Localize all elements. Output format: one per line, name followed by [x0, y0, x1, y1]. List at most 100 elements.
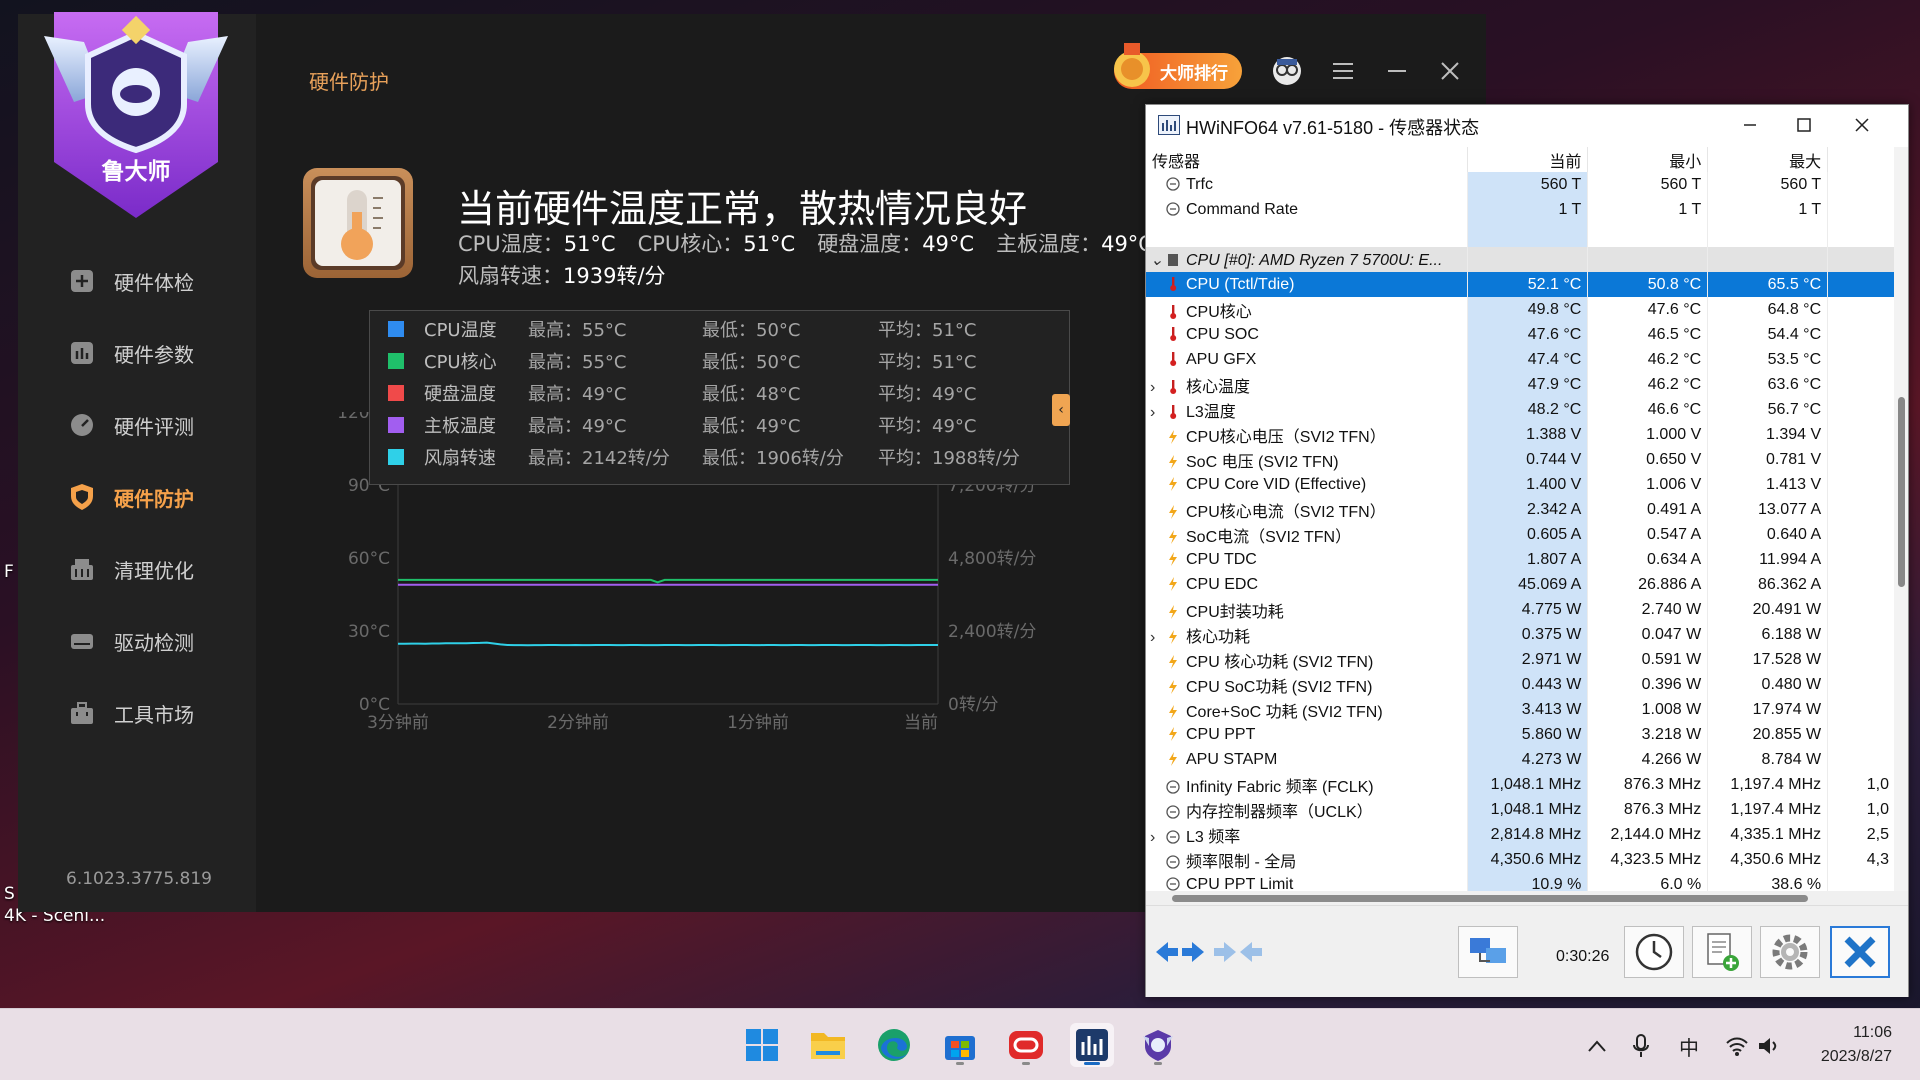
- nav-item-cleanup[interactable]: 清理优化: [68, 549, 248, 589]
- network-icon[interactable]: [1458, 926, 1518, 978]
- speaker-icon[interactable]: [1756, 1033, 1782, 1059]
- table-row[interactable]: CPU核心电压（SVI2 TFN） 1.388 V 1.000 V 1.394 V: [1146, 422, 1896, 447]
- table-row[interactable]: CPU PPT 5.860 W 3.218 W 20.855 W: [1146, 722, 1896, 747]
- edge-icon[interactable]: [872, 1023, 916, 1067]
- input-method-indicator[interactable]: 中: [1676, 1033, 1702, 1060]
- scrollbar-thumb[interactable]: [1898, 397, 1905, 587]
- column-header-max[interactable]: 最大: [1707, 147, 1829, 172]
- sensor-name: 频率限制 - 全局: [1146, 847, 1469, 872]
- nav-item-hardware-check[interactable]: 硬件体检: [68, 261, 248, 301]
- table-row[interactable]: [1146, 222, 1896, 247]
- nav-item-hardware-params[interactable]: 硬件参数: [68, 333, 248, 373]
- table-row[interactable]: Command Rate 1 T1 T1 T: [1146, 197, 1896, 222]
- chevron-right-icon[interactable]: ›: [1150, 379, 1166, 397]
- wifi-icon[interactable]: [1724, 1033, 1750, 1059]
- table-row[interactable]: CPU SOC 47.6 °C 46.5 °C 54.4 °C: [1146, 322, 1896, 347]
- table-row[interactable]: Trfc 560 T 560 T 560 T: [1146, 172, 1896, 197]
- column-header-sensor[interactable]: 传感器: [1146, 147, 1469, 172]
- master-rank-button[interactable]: 大师排行: [1114, 43, 1242, 89]
- report-add-icon[interactable]: [1692, 926, 1752, 978]
- close-icon[interactable]: [1842, 110, 1882, 140]
- sensor-current: [1467, 247, 1589, 272]
- table-row[interactable]: CPU (Tctl/Tdie) 52.1 °C 50.8 °C 65.5 °C: [1146, 272, 1896, 297]
- plus-square-icon: [68, 267, 96, 295]
- microphone-icon[interactable]: [1628, 1033, 1654, 1059]
- table-row[interactable]: CPU 核心功耗 (SVI2 TFN) 2.971 W 0.591 W 17.528 …: [1146, 647, 1896, 672]
- minimize-icon[interactable]: [1730, 110, 1770, 140]
- legend-name: CPU核心: [424, 352, 497, 373]
- ludashi-taskbar-icon[interactable]: [1136, 1023, 1180, 1067]
- table-row[interactable]: Core+SoC 功耗 (SVI2 TFN) 3.413 W 1.008 W 17.9…: [1146, 697, 1896, 722]
- board-temp-label: 主板温度：: [996, 232, 1102, 256]
- close-icon[interactable]: [1435, 56, 1465, 86]
- close-sensors-icon[interactable]: [1830, 926, 1890, 978]
- clock-date: 2023/8/27: [1820, 1048, 1892, 1065]
- start-icon[interactable]: [740, 1023, 784, 1067]
- hwinfo-taskbar-icon[interactable]: [1070, 1023, 1114, 1067]
- scrollbar-thumb[interactable]: [1172, 895, 1808, 902]
- sensor-min: 0.650 V: [1587, 447, 1709, 472]
- legend-avg: 平均：49°C: [878, 384, 977, 405]
- sensor-max: 6.188 W: [1707, 622, 1829, 647]
- speedometer-icon: [68, 411, 96, 439]
- table-row[interactable]: APU STAPM 4.273 W 4.266 W 8.784 W: [1146, 747, 1896, 772]
- sensor-label: Infinity Fabric 频率 (FCLK): [1186, 778, 1374, 796]
- table-row[interactable]: SoC电流（SVI2 TFN） 0.605 A 0.547 A 0.640 A: [1146, 522, 1896, 547]
- fan-label: 风扇转速：: [458, 264, 563, 288]
- sensor-min: 0.634 A: [1587, 547, 1709, 572]
- settings-gear-icon[interactable]: [1760, 926, 1820, 978]
- store-icon[interactable]: [938, 1023, 982, 1067]
- table-row[interactable]: CPU PPT Limit 10.9 % 6.0 % 38.6 %: [1146, 872, 1896, 891]
- chevron-up-icon[interactable]: [1584, 1033, 1610, 1059]
- horizontal-scrollbar[interactable]: [1146, 891, 1908, 905]
- table-row[interactable]: CPU SoC功耗 (SVI2 TFN) 0.443 W 0.396 W 0.480 …: [1146, 672, 1896, 697]
- clock-icon[interactable]: [1624, 926, 1684, 978]
- table-row[interactable]: SoC 电压 (SVI2 TFN) 0.744 V 0.650 V 0.781 V: [1146, 447, 1896, 472]
- vertical-scrollbar[interactable]: [1894, 147, 1908, 891]
- chevron-right-icon[interactable]: ›: [1150, 829, 1166, 847]
- thermometer-icon: [1166, 304, 1186, 321]
- sensor-max: 20.855 W: [1707, 722, 1829, 747]
- nav-item-hardware-protection[interactable]: 硬件防护: [68, 477, 248, 517]
- table-row[interactable]: CPU TDC 1.807 A 0.634 A 11.994 A: [1146, 547, 1896, 572]
- avatar[interactable]: [1272, 56, 1302, 86]
- table-row[interactable]: › 核心功耗 0.375 W 0.047 W 6.188 W: [1146, 622, 1896, 647]
- nav-item-driver-check[interactable]: 驱动检测: [68, 621, 248, 661]
- table-row[interactable]: 频率限制 - 全局 4,350.6 MHz 4,323.5 MHz 4,350.6 M…: [1146, 847, 1896, 872]
- running-indicator: [1154, 1062, 1162, 1065]
- column-header-current[interactable]: 当前: [1467, 147, 1589, 172]
- table-row[interactable]: › 核心温度 47.9 °C 46.2 °C 63.6 °C: [1146, 372, 1896, 397]
- column-header-extra[interactable]: [1827, 147, 1896, 172]
- legend-name: CPU温度: [424, 320, 497, 341]
- collapse-columns-icon[interactable]: [1208, 926, 1268, 978]
- table-row[interactable]: Infinity Fabric 频率 (FCLK) 1,048.1 MHz 876.…: [1146, 772, 1896, 797]
- file-explorer-icon[interactable]: [806, 1023, 850, 1067]
- rank-label: 大师排行: [1160, 63, 1228, 84]
- table-row[interactable]: CPU Core VID (Effective) 1.400 V 1.006 V 1.…: [1146, 472, 1896, 497]
- red-app-icon[interactable]: [1004, 1023, 1048, 1067]
- legend-avg: 平均：51°C: [878, 320, 977, 341]
- table-row[interactable]: APU GFX 47.4 °C 46.2 °C 53.5 °C: [1146, 347, 1896, 372]
- sensor-group-row[interactable]: ⌄ CPU [#0]: AMD Ryzen 7 5700U: E...: [1146, 247, 1896, 272]
- nav-item-hardware-benchmark[interactable]: 硬件评测: [68, 405, 248, 445]
- table-row[interactable]: CPU核心电流（SVI2 TFN） 2.342 A 0.491 A 13.077 A: [1146, 497, 1896, 522]
- column-header-min[interactable]: 最小: [1587, 147, 1709, 172]
- menu-icon[interactable]: [1328, 56, 1358, 86]
- table-row[interactable]: CPU EDC 45.069 A 26.886 A 86.362 A: [1146, 572, 1896, 597]
- chevron-right-icon[interactable]: ›: [1150, 404, 1166, 422]
- expand-columns-icon[interactable]: [1150, 926, 1210, 978]
- chevron-down-icon[interactable]: ⌄: [1150, 250, 1166, 270]
- table-row[interactable]: › L3 频率 2,814.8 MHz 2,144.0 MHz 4,335.1 MHz 2…: [1146, 822, 1896, 847]
- table-row[interactable]: › L3温度 48.2 °C 46.6 °C 56.7 °C: [1146, 397, 1896, 422]
- system-clock[interactable]: 11:06 2023/8/27: [1800, 1021, 1892, 1069]
- table-row[interactable]: CPU封装功耗 4.775 W 2.740 W 20.491 W: [1146, 597, 1896, 622]
- table-row[interactable]: 内存控制器频率（UCLK） 1,048.1 MHz 876.3 MHz 1,197.4…: [1146, 797, 1896, 822]
- chevron-right-icon[interactable]: ›: [1150, 629, 1166, 647]
- nav-label: 清理优化: [114, 558, 194, 583]
- legend-collapse-button[interactable]: ‹: [1052, 394, 1070, 426]
- maximize-icon[interactable]: [1784, 110, 1824, 140]
- nav-item-tool-market[interactable]: 工具市场: [68, 693, 248, 733]
- sensor-label: SoC电流（SVI2 TFN）: [1186, 528, 1352, 546]
- minimize-icon[interactable]: [1382, 56, 1412, 86]
- table-row[interactable]: CPU核心 49.8 °C 47.6 °C 64.8 °C: [1146, 297, 1896, 322]
